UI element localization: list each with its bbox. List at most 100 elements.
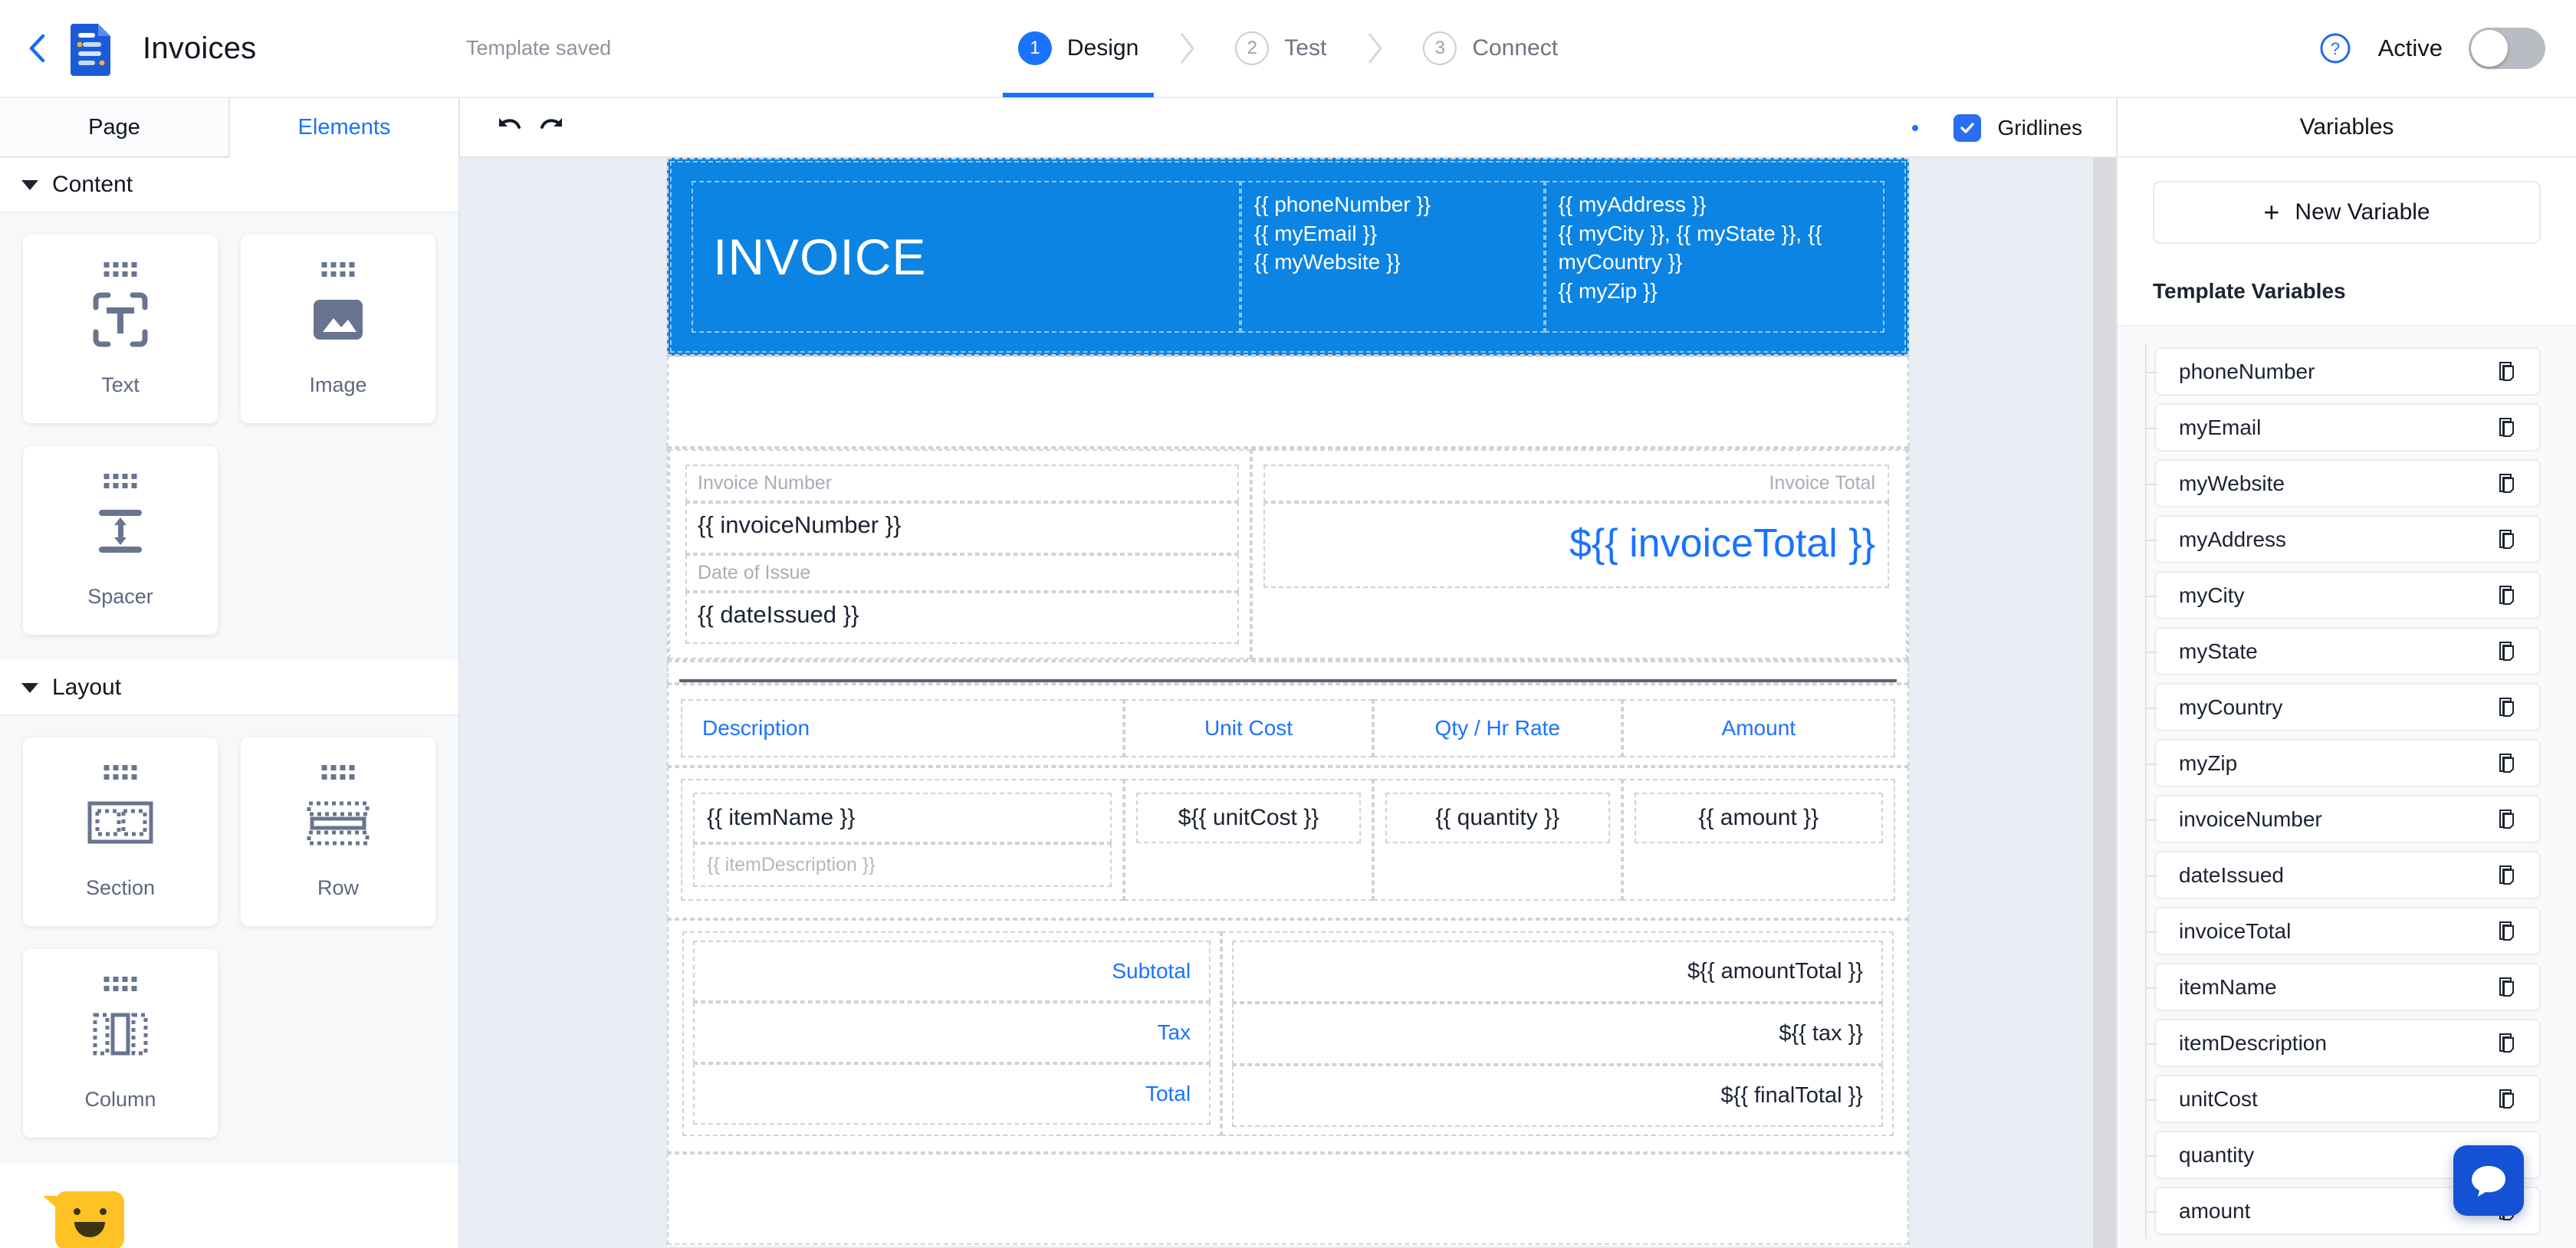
copy-icon[interactable] <box>2498 976 2519 999</box>
totals-labels-column[interactable]: Subtotal Tax Total <box>682 931 1222 1136</box>
items-table-row[interactable]: {{ itemName }} {{ itemDescription }} ${{… <box>667 767 1909 919</box>
chat-bubble-icon[interactable] <box>2453 1145 2524 1216</box>
list-item[interactable]: myCountry <box>2118 679 2576 735</box>
items-table-header[interactable]: Description Unit Cost Qty / Hr Rate Amou… <box>667 684 1909 767</box>
invoice-header-row[interactable]: INVOICE {{ phoneNumber }} {{ myEmail }} … <box>670 161 1906 353</box>
copy-icon[interactable] <box>2498 752 2519 775</box>
drag-handle-icon[interactable] <box>321 765 355 780</box>
template-page[interactable]: INVOICE {{ phoneNumber }} {{ myEmail }} … <box>667 158 1909 1246</box>
document-logo-icon[interactable] <box>69 21 115 76</box>
invoice-header-section[interactable]: INVOICE {{ phoneNumber }} {{ myEmail }} … <box>667 158 1909 356</box>
copy-icon[interactable] <box>2498 416 2519 439</box>
cell-unit-cost-wrap[interactable]: ${{ unitCost }} <box>1124 779 1373 901</box>
element-card-row[interactable]: Row <box>241 737 435 926</box>
cell-unit-cost: ${{ unitCost }} <box>1136 793 1361 843</box>
variable-chip-myWebsite[interactable]: myWebsite <box>2154 459 2541 507</box>
step-test[interactable]: 2 Test <box>1220 0 1342 97</box>
footer-spacer-section[interactable] <box>667 1153 1909 1245</box>
spacer-section[interactable] <box>667 356 1909 448</box>
copy-icon[interactable] <box>2498 360 2519 383</box>
variable-chip-phoneNumber[interactable]: phoneNumber <box>2154 347 2541 396</box>
variable-chip-myZip[interactable]: myZip <box>2154 739 2541 787</box>
copy-icon[interactable] <box>2498 1032 2519 1055</box>
element-card-section[interactable]: Section <box>23 737 218 926</box>
list-item[interactable]: invoiceTotal <box>2118 903 2576 959</box>
copy-icon[interactable] <box>2498 528 2519 551</box>
cell-description[interactable]: {{ itemName }} {{ itemDescription }} <box>681 779 1125 901</box>
variable-chip-invoiceTotal[interactable]: invoiceTotal <box>2154 907 2541 955</box>
group-header-layout[interactable]: Layout <box>0 661 458 714</box>
redo-icon[interactable] <box>531 106 573 149</box>
totals-values-column[interactable]: ${{ amountTotal }} ${{ tax }} ${{ finalT… <box>1221 931 1894 1136</box>
help-circle-icon[interactable]: ? <box>2318 31 2352 65</box>
step-connect[interactable]: 3 Connect <box>1408 0 1573 97</box>
element-card-spacer[interactable]: Spacer <box>23 446 218 635</box>
variable-chip-invoiceNumber[interactable]: invoiceNumber <box>2154 795 2541 843</box>
list-item[interactable]: myState <box>2118 623 2576 679</box>
tree-branch-icon <box>2145 679 2157 735</box>
cell-item-name: {{ itemName }} <box>693 793 1112 843</box>
copy-icon[interactable] <box>2498 1088 2519 1111</box>
copy-icon[interactable] <box>2498 920 2519 943</box>
list-item[interactable]: myZip <box>2118 735 2576 791</box>
copy-icon[interactable] <box>2498 808 2519 831</box>
variable-chip-myState[interactable]: myState <box>2154 627 2541 675</box>
copy-icon[interactable] <box>2498 472 2519 495</box>
list-item[interactable]: itemDescription <box>2118 1015 2576 1071</box>
list-item[interactable]: unitCost <box>2118 1071 2576 1127</box>
invoice-title-column[interactable]: INVOICE <box>692 181 1240 333</box>
smiley-feedback-icon[interactable] <box>43 1191 124 1248</box>
variable-chip-myCity[interactable]: myCity <box>2154 571 2541 619</box>
invoice-meta-section[interactable]: Invoice Number {{ invoiceNumber }} Date … <box>667 448 1909 661</box>
variable-chip-myCountry[interactable]: myCountry <box>2154 683 2541 731</box>
list-item[interactable]: myEmail <box>2118 399 2576 455</box>
totals-section[interactable]: Subtotal Tax Total ${{ amountTotal }} ${… <box>667 919 1909 1153</box>
group-header-content[interactable]: Content <box>0 158 458 212</box>
variable-chip-itemDescription[interactable]: itemDescription <box>2154 1019 2541 1067</box>
canvas-vertical-scrollbar[interactable] <box>2093 158 2116 1248</box>
new-variable-button[interactable]: + New Variable <box>2153 181 2541 244</box>
copy-icon[interactable] <box>2498 696 2519 719</box>
copy-icon[interactable] <box>2498 584 2519 607</box>
list-item[interactable]: invoiceNumber <box>2118 791 2576 847</box>
drag-handle-icon[interactable] <box>104 765 137 780</box>
undo-icon[interactable] <box>488 106 531 149</box>
invoice-meta-left-column[interactable]: Invoice Number {{ invoiceNumber }} Date … <box>669 449 1251 659</box>
drag-handle-icon[interactable] <box>321 262 355 277</box>
copy-icon[interactable] <box>2498 640 2519 663</box>
list-item[interactable]: myWebsite <box>2118 455 2576 511</box>
canvas-scroll-region[interactable]: INVOICE {{ phoneNumber }} {{ myEmail }} … <box>460 158 2116 1248</box>
back-chevron-icon[interactable] <box>26 33 49 64</box>
drag-handle-icon[interactable] <box>104 262 137 277</box>
element-card-column[interactable]: Column <box>23 949 218 1138</box>
svg-text:?: ? <box>2330 39 2339 58</box>
element-card-text[interactable]: Text <box>23 235 218 423</box>
variable-chip-dateIssued[interactable]: dateIssued <box>2154 851 2541 899</box>
list-item[interactable]: myAddress <box>2118 511 2576 567</box>
tab-page[interactable]: Page <box>0 98 230 158</box>
invoice-contact-column[interactable]: {{ phoneNumber }} {{ myEmail }} {{ myWeb… <box>1240 181 1545 333</box>
invoice-address-column[interactable]: {{ myAddress }} {{ myCity }}, {{ myState… <box>1544 181 1884 333</box>
list-item[interactable]: myCity <box>2118 567 2576 623</box>
drag-handle-icon[interactable] <box>104 474 137 488</box>
invoice-meta-right-column[interactable]: Invoice Total ${{ invoiceTotal }} <box>1250 449 1907 659</box>
active-toggle[interactable] <box>2469 28 2545 69</box>
variable-chip-myAddress[interactable]: myAddress <box>2154 515 2541 563</box>
address-line-3: {{ myZip }} <box>1558 278 1658 303</box>
cell-amount-wrap[interactable]: {{ amount }} <box>1622 779 1895 901</box>
gridlines-checkbox[interactable] <box>1953 114 1981 142</box>
drag-handle-icon[interactable] <box>104 977 137 991</box>
step-design[interactable]: 1 Design <box>1002 0 1155 97</box>
tab-elements[interactable]: Elements <box>230 98 458 158</box>
variable-chip-unitCost[interactable]: unitCost <box>2154 1075 2541 1123</box>
element-card-image[interactable]: Image <box>241 235 435 423</box>
variable-list: phoneNumber myEmail myWebsite myAddress … <box>2118 327 2576 1248</box>
copy-icon[interactable] <box>2498 864 2519 887</box>
list-item[interactable]: dateIssued <box>2118 847 2576 903</box>
cell-quantity-wrap[interactable]: {{ quantity }} <box>1372 779 1622 901</box>
variable-chip-myEmail[interactable]: myEmail <box>2154 403 2541 452</box>
list-item[interactable]: itemName <box>2118 959 2576 1015</box>
list-item[interactable]: phoneNumber <box>2118 343 2576 399</box>
divider-section[interactable] <box>667 661 1909 684</box>
variable-chip-itemName[interactable]: itemName <box>2154 963 2541 1011</box>
